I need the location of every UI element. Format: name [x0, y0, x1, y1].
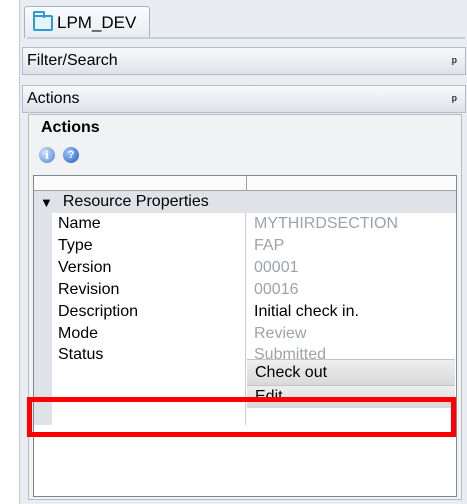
pin-icon[interactable]: ᵖ [452, 54, 457, 69]
tab-divider [27, 37, 465, 39]
property-row-version[interactable]: Version 00001 [34, 257, 456, 279]
property-row-type[interactable]: Type FAP [34, 235, 456, 257]
check-out-label: Check out [255, 363, 328, 381]
actions-panel-label: Actions [27, 90, 80, 107]
menu-left-area [34, 359, 246, 425]
property-value: 00016 [254, 281, 299, 298]
property-value: Review [254, 325, 307, 342]
edit-label: Edit [255, 388, 283, 405]
property-value: MYTHIRDSECTION [254, 215, 398, 232]
pin-icon[interactable]: ᵖ [452, 92, 457, 107]
tab-label: LPM_DEV [57, 12, 137, 32]
actions-panel-body: Actions i ? ▼ Resource Properties Name M… [28, 114, 462, 500]
property-row-mode[interactable]: Mode Review [34, 323, 456, 345]
info-icon[interactable]: i [39, 147, 55, 163]
folder-icon [33, 10, 53, 31]
property-row-description[interactable]: Description Initial check in. [34, 301, 456, 323]
filter-search-panel-header[interactable]: Filter/Search ᵖ [22, 47, 466, 75]
actions-title: Actions [41, 119, 100, 136]
property-grid: ▼ Resource Properties Name MYTHIRDSECTIO… [33, 175, 457, 497]
property-value: Submitted [254, 345, 327, 360]
property-value: FAP [254, 237, 285, 254]
property-row-revision[interactable]: Revision 00016 [34, 279, 456, 301]
edit-menu-item[interactable]: Edit [247, 385, 455, 408]
property-value: 00001 [254, 259, 299, 276]
property-row-status[interactable]: Status Submitted [34, 345, 456, 359]
filter-search-label: Filter/Search [27, 52, 118, 69]
tab-lpm-dev[interactable]: LPM_DEV [24, 6, 150, 38]
property-name: Name [52, 213, 246, 235]
property-value: Initial check in. [254, 303, 359, 320]
actions-toolbar: i ? [39, 147, 79, 163]
property-name: Description [52, 301, 246, 323]
property-name: Mode [52, 323, 246, 345]
property-name: Status [52, 345, 246, 359]
property-name: Type [52, 235, 246, 257]
check-out-menu-item[interactable]: Check out [247, 359, 455, 385]
actions-panel-header[interactable]: Actions ᵖ [22, 85, 466, 113]
property-row-name[interactable]: Name MYTHIRDSECTION [34, 213, 456, 235]
property-name: Revision [52, 279, 246, 301]
property-name: Version [52, 257, 246, 279]
help-icon[interactable]: ? [63, 147, 79, 163]
expand-icon[interactable]: ▼ [40, 195, 53, 210]
section-label: Resource Properties [62, 193, 209, 210]
grid-header [34, 176, 456, 191]
section-row-resource-properties[interactable]: ▼ Resource Properties [34, 191, 456, 213]
